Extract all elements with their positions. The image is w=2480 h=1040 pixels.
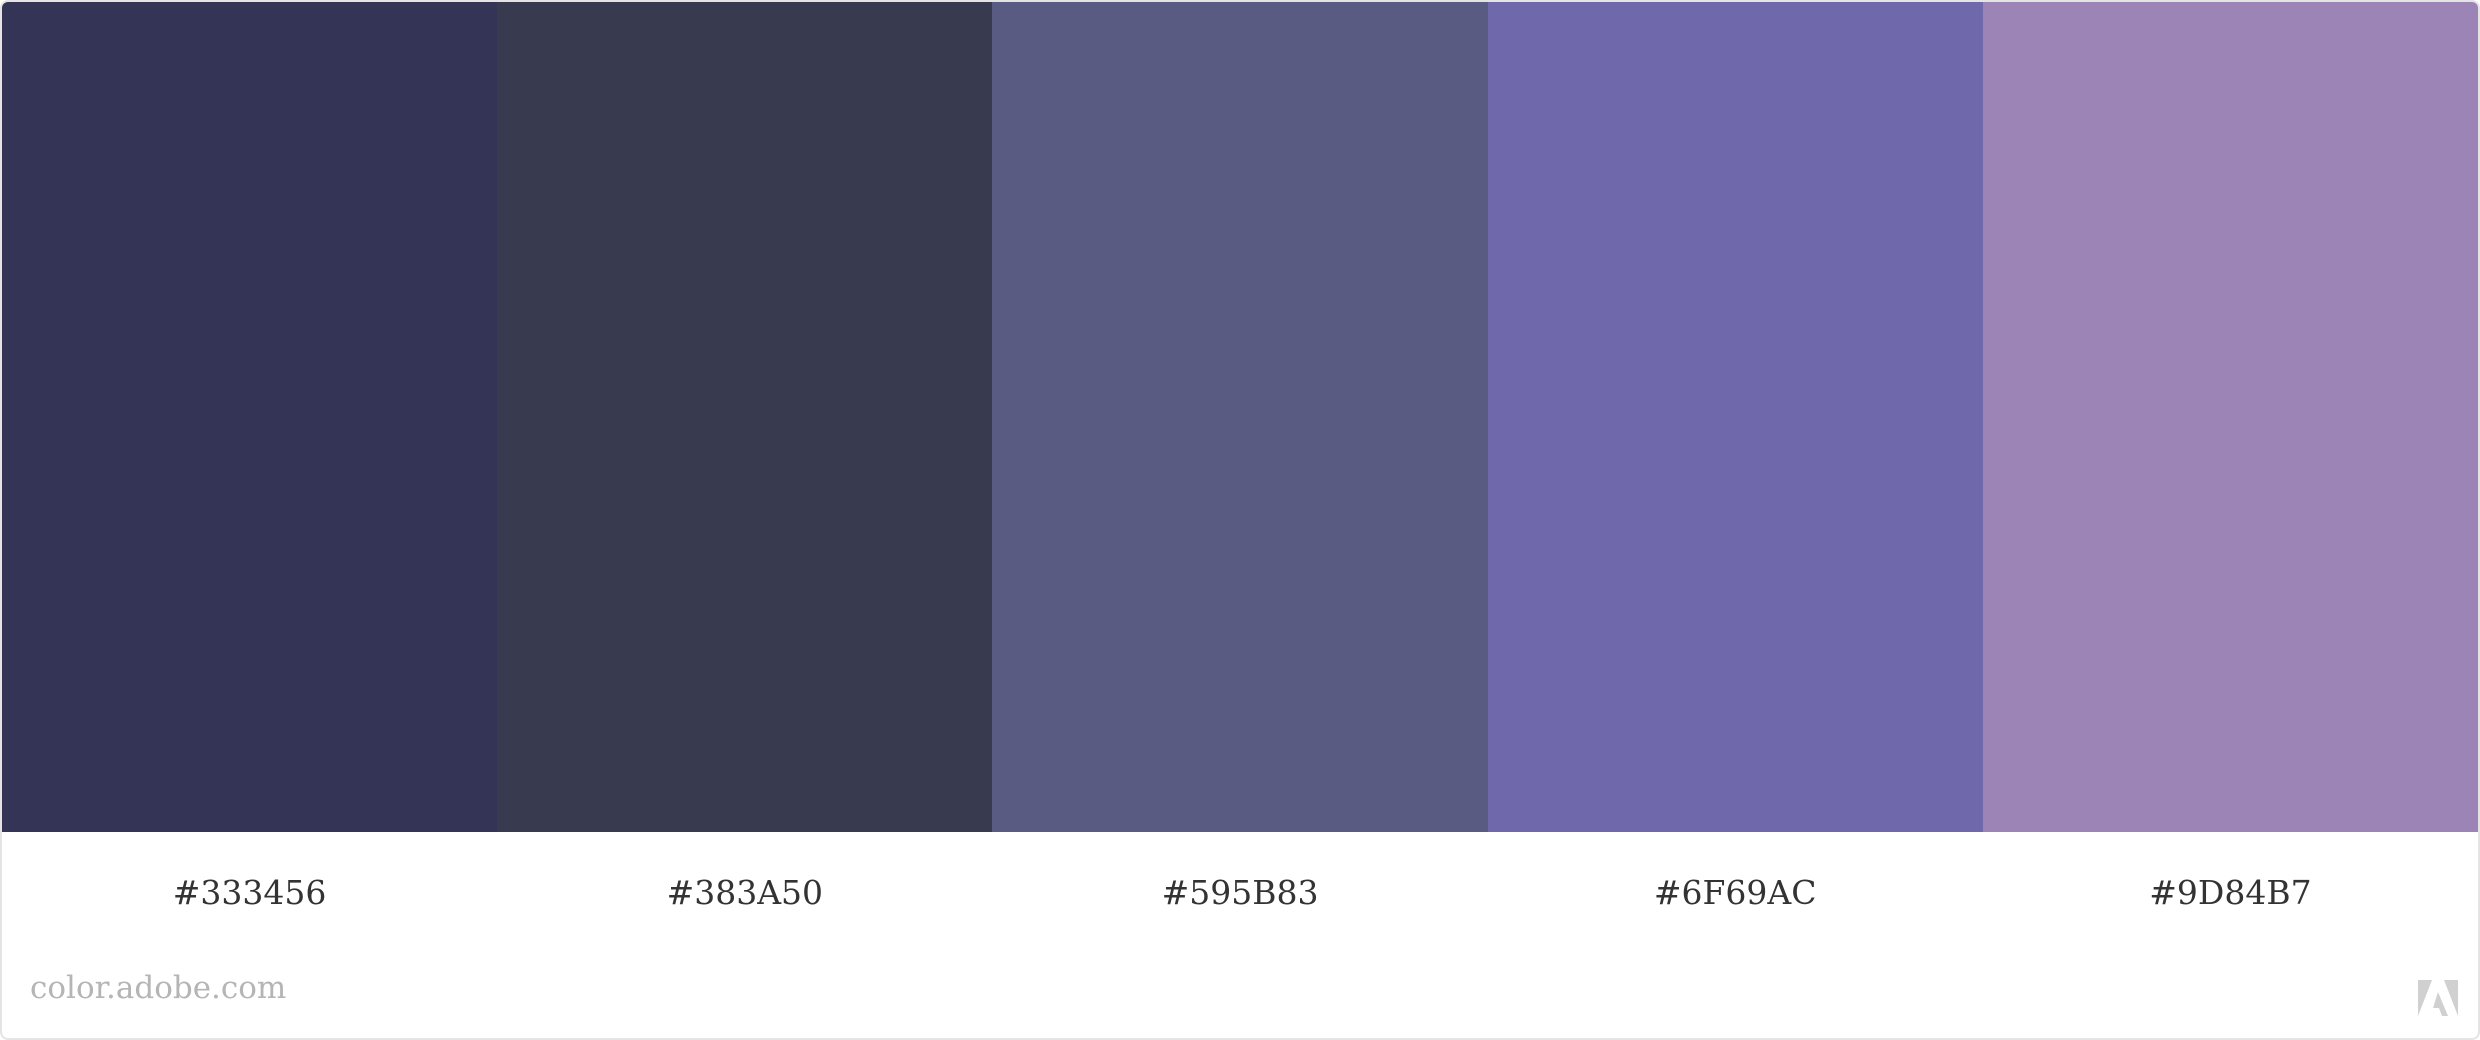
hex-code-label-5[interactable]: #9D84B7 — [1983, 843, 2478, 912]
site-watermark: color.adobe.com — [30, 970, 287, 1006]
adobe-logo-left-shape — [2418, 980, 2432, 1016]
hex-code-label-4[interactable]: #6F69AC — [1488, 843, 1983, 912]
color-swatch-1[interactable] — [2, 2, 498, 832]
color-swatch-3[interactable] — [992, 2, 1488, 832]
adobe-logo-center-shape — [2433, 992, 2448, 1016]
adobe-logo-icon — [2418, 980, 2458, 1016]
swatch-row — [2, 2, 2478, 832]
hex-code-label-1[interactable]: #333456 — [2, 843, 497, 912]
footer: color.adobe.com — [2, 918, 2478, 1038]
color-swatch-4[interactable] — [1487, 2, 1983, 832]
color-swatch-5[interactable] — [1982, 2, 2478, 832]
hex-code-label-2[interactable]: #383A50 — [497, 843, 992, 912]
adobe-logo-right-shape — [2444, 980, 2458, 1016]
palette-card: #333456 #383A50 #595B83 #6F69AC #9D84B7 … — [0, 0, 2480, 1040]
hex-code-label-3[interactable]: #595B83 — [992, 843, 1487, 912]
color-swatch-2[interactable] — [497, 2, 993, 832]
hex-label-row: #333456 #383A50 #595B83 #6F69AC #9D84B7 — [2, 832, 2478, 922]
